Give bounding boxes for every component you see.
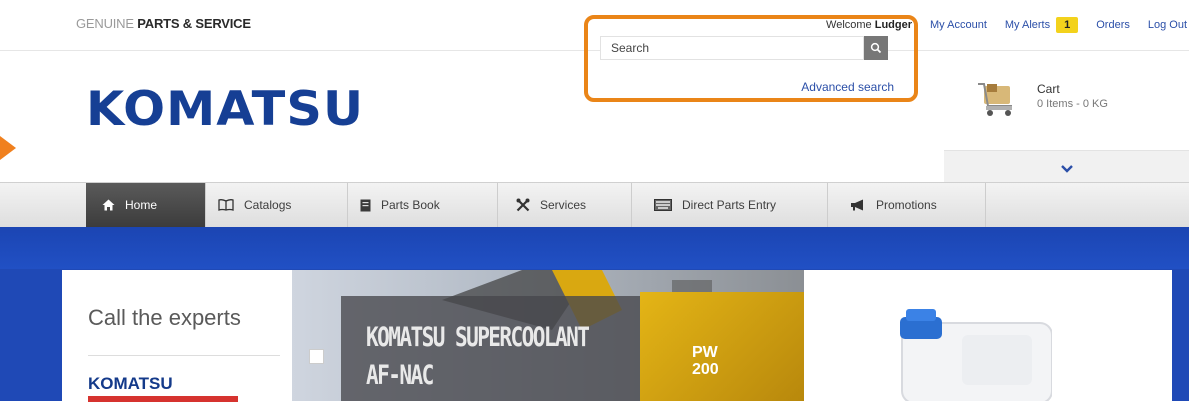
coolant-jug-image	[900, 309, 1052, 401]
keyboard-icon	[654, 199, 672, 211]
my-alerts-link[interactable]: My Alerts	[1005, 19, 1050, 31]
tagline-bold: PARTS & SERVICE	[137, 16, 251, 31]
search-button[interactable]	[864, 36, 888, 60]
search-icon	[870, 42, 882, 54]
machine-body	[640, 292, 804, 401]
komatsu-logo[interactable]: KOMATSU	[86, 82, 364, 137]
cart-icon[interactable]	[976, 80, 1018, 118]
experts-divider	[88, 355, 280, 356]
nav-direct-parts-entry-label: Direct Parts Entry	[682, 198, 777, 212]
machine-label: PW 200	[692, 344, 719, 378]
nav-services[interactable]: Services	[498, 183, 632, 227]
document-icon	[360, 199, 371, 211]
orders-link[interactable]: Orders	[1096, 19, 1130, 31]
experts-brand: KOMATSU	[88, 374, 173, 393]
nav-direct-parts-entry[interactable]: Direct Parts Entry	[632, 183, 828, 227]
experts-title: Call the experts	[88, 305, 241, 330]
nav-catalogs[interactable]: Catalogs	[206, 183, 348, 227]
hero-band	[0, 227, 1189, 269]
experts-subtitle-cropped	[88, 396, 238, 402]
nav-promotions-label: Promotions	[876, 198, 937, 212]
home-icon	[102, 199, 115, 211]
cart-title[interactable]: Cart	[1037, 82, 1060, 96]
chevron-down-icon[interactable]	[1061, 164, 1073, 173]
promo-headline-line2: AF-NAC	[366, 360, 434, 391]
nav-promotions[interactable]: Promotions	[828, 183, 986, 227]
logout-link[interactable]: Log Out	[1148, 19, 1187, 31]
nav-home-label: Home	[125, 198, 158, 212]
alerts-count-badge[interactable]: 1	[1056, 17, 1079, 33]
nav-parts-book-label: Parts Book	[381, 198, 440, 212]
nav-services-label: Services	[540, 198, 587, 212]
tagline-light: GENUINE	[76, 16, 134, 31]
megaphone-icon	[851, 199, 863, 211]
tagline: GENUINE PARTS & SERVICE	[76, 16, 251, 31]
my-account-link[interactable]: My Account	[930, 19, 987, 31]
main-navigation: Home Catalogs Parts Book Services Direct…	[0, 182, 1189, 228]
nav-parts-book[interactable]: Parts Book	[348, 183, 498, 227]
nav-home[interactable]: Home	[86, 183, 206, 227]
tools-icon	[516, 198, 530, 212]
advanced-search-link[interactable]: Advanced search	[740, 80, 894, 94]
alerts-group: My Alerts 1	[1005, 17, 1079, 33]
promo-headline-line1: KOMATSU SUPERCOOLANT	[366, 322, 590, 353]
search-input[interactable]	[600, 36, 864, 60]
slide-indicator[interactable]	[309, 349, 324, 364]
cart-info: 0 Items - 0 KG	[1037, 98, 1108, 110]
machine-label-top: PW	[692, 344, 718, 361]
book-icon	[218, 199, 234, 211]
machine-label-bottom: 200	[692, 361, 719, 378]
nav-catalogs-label: Catalogs	[244, 198, 292, 212]
